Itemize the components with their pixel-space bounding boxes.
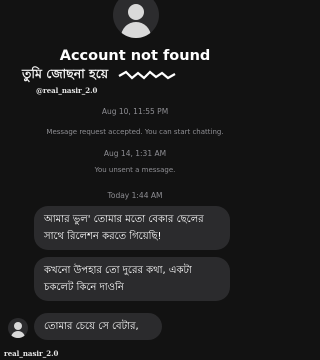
account-title: Account not found [59, 48, 211, 64]
watermark-handle: @real_nasir_2.0 [36, 86, 98, 95]
avatar-placeholder-icon [128, 4, 144, 20]
message-timestamp: Today 1:44 AM [107, 191, 163, 200]
message-bubble[interactable]: কখনো উপহার তো দুরের কথা, একটা চকলেট কিনে… [34, 257, 230, 301]
avatar-placeholder-icon [14, 322, 22, 330]
footer-watermark: real_nasir_2.0 [4, 349, 59, 358]
message-timestamp: Aug 10, 11:55 PM [101, 107, 169, 116]
unsent-notice: You unsent a message. [94, 166, 176, 174]
profile-avatar[interactable] [113, 0, 159, 38]
message-timestamp: Aug 14, 1:31 AM [103, 149, 167, 158]
request-accepted-notice: Message request accepted. You can start … [46, 128, 224, 136]
message-bubble[interactable]: আমার ভুল' তোমার মতো বেকার ছেলের সাথে রিল… [34, 206, 230, 250]
sender-avatar[interactable] [8, 318, 28, 338]
message-bubble[interactable]: তোমার চেয়ে সে বেটার, [34, 313, 162, 340]
scribble-redaction [118, 70, 176, 80]
caption-overlay-text: তুমি জোছনা হয়ে [22, 66, 109, 81]
